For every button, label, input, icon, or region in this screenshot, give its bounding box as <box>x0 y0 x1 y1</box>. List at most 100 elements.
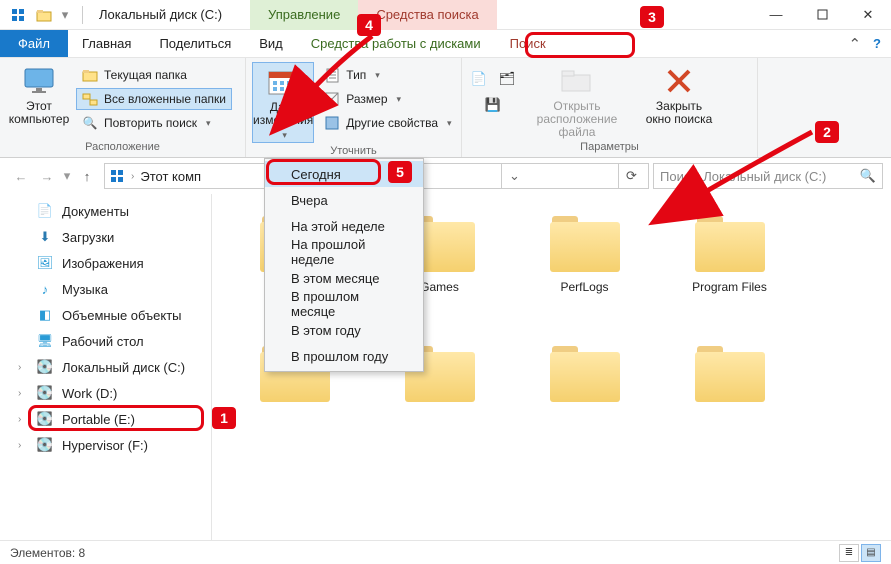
tab-home[interactable]: Главная <box>68 30 145 57</box>
expand-icon[interactable]: › <box>18 388 21 399</box>
calendar-icon <box>266 65 300 99</box>
close-search-label: Закрыть окно поиска <box>646 100 713 126</box>
tab-file[interactable]: Файл <box>0 30 68 57</box>
dd-item-today[interactable]: Сегодня <box>265 161 423 187</box>
drive-icon: 💽 <box>36 358 54 376</box>
size-icon <box>324 91 340 107</box>
open-file-location-button: Открыть расположение файла <box>522 62 632 139</box>
downloads-icon: ⬇ <box>36 228 54 246</box>
folder-small-icon <box>82 67 98 83</box>
content-area: 📄Документы ⬇Загрузки 🖼Изображения ♪Музык… <box>0 194 891 540</box>
folder-item[interactable]: Program Files <box>657 204 802 334</box>
sidebar-item-downloads[interactable]: ⬇Загрузки <box>0 224 211 250</box>
dd-item-yesterday[interactable]: Вчера <box>265 187 423 213</box>
dd-item-last-week[interactable]: На прошлой неделе <box>265 239 423 265</box>
dd-item-this-year[interactable]: В этом году <box>265 317 423 343</box>
options-group-label: Параметры <box>468 139 751 153</box>
minimize-button[interactable]: ― <box>753 0 799 30</box>
dd-item-this-week[interactable]: На этой неделе <box>265 213 423 239</box>
context-tab-manage[interactable]: Управление <box>250 0 358 30</box>
chevron-down-icon: ▾ <box>397 94 402 105</box>
system-menu-icon[interactable] <box>6 4 30 26</box>
search-icon[interactable]: 🔍 <box>860 168 876 184</box>
folder-item[interactable] <box>512 334 657 464</box>
drive-icon: 💽 <box>36 410 54 428</box>
size-label: Размер <box>346 92 387 106</box>
doc-icon <box>324 67 340 83</box>
context-tab-search-tools[interactable]: Средства поиска <box>358 0 496 30</box>
sidebar-item-3d[interactable]: ◧Объемные объекты <box>0 302 211 328</box>
close-search-button[interactable]: Закрыть окно поиска <box>636 62 722 139</box>
date-modified-label: Дата изменения <box>253 101 313 127</box>
up-button[interactable]: ↑ <box>74 163 100 189</box>
all-subfolders-button[interactable]: Все вложенные папки <box>76 88 232 110</box>
maximize-button[interactable] <box>799 0 845 30</box>
advanced-options-icon[interactable]: 🗂 <box>496 68 518 90</box>
cube-icon: ◧ <box>36 306 54 324</box>
tab-drive-tools[interactable]: Средства работы с дисками <box>297 30 495 57</box>
expand-icon[interactable]: › <box>18 440 21 451</box>
sidebar-item-drive-e[interactable]: ›💽Portable (E:) <box>0 406 211 432</box>
type-button[interactable]: Тип ▾ <box>318 64 457 86</box>
sidebar-item-pictures[interactable]: 🖼Изображения <box>0 250 211 276</box>
search-input[interactable]: Поиск: Локальный диск (C:) 🔍 <box>653 163 883 189</box>
ribbon-group-location: Этот компьютер Текущая папка Все вложенн… <box>0 58 246 157</box>
title-bar: ▾ Локальный диск (C:) Управление Средств… <box>0 0 891 30</box>
dd-item-last-year[interactable]: В прошлом году <box>265 343 423 369</box>
back-button[interactable]: ← <box>8 163 34 189</box>
other-props-button[interactable]: Другие свойства ▾ <box>318 112 457 134</box>
drive-icon: 💽 <box>36 436 54 454</box>
window-controls: ― ✕ <box>753 0 891 30</box>
details-view-button[interactable]: ≣ <box>839 544 859 562</box>
date-modified-button[interactable]: Дата изменения ▾ <box>252 62 314 143</box>
desktop-icon: 🖥 <box>36 332 54 350</box>
expand-icon[interactable]: › <box>18 362 21 373</box>
help-icon[interactable]: ? <box>873 36 881 51</box>
dd-item-this-month[interactable]: В этом месяце <box>265 265 423 291</box>
sidebar-item-drive-d[interactable]: ›💽Work (D:) <box>0 380 211 406</box>
tab-view[interactable]: Вид <box>245 30 297 57</box>
date-modified-dropdown: Сегодня Вчера На этой неделе На прошлой … <box>264 158 424 372</box>
folder-open-icon <box>560 64 594 98</box>
location-group-label: Расположение <box>6 139 239 153</box>
ribbon-collapse-icon[interactable]: ⌃ <box>848 35 861 53</box>
recent-searches-icon[interactable]: 📄 <box>468 68 490 90</box>
sidebar-item-desktop[interactable]: 🖥Рабочий стол <box>0 328 211 354</box>
dd-item-last-month[interactable]: В прошлом месяце <box>265 291 423 317</box>
crumb-this-pc[interactable]: Этот комп <box>140 169 201 184</box>
refresh-icon[interactable]: ⟳ <box>626 168 637 184</box>
sidebar-item-drive-c[interactable]: ›💽Локальный диск (C:) <box>0 354 211 380</box>
sidebar-item-drive-f[interactable]: ›💽Hypervisor (F:) <box>0 432 211 458</box>
current-folder-button[interactable]: Текущая папка <box>76 64 232 86</box>
folder-item[interactable]: PerfLogs <box>512 204 657 334</box>
sidebar-item-documents[interactable]: 📄Документы <box>0 198 211 224</box>
this-pc-button[interactable]: Этот компьютер <box>6 62 72 139</box>
chevron-down-icon: ▾ <box>375 70 380 81</box>
history-dropdown[interactable]: ▾ <box>60 163 74 189</box>
address-dropdown-icon[interactable]: ⌄ <box>509 168 520 184</box>
quick-access-toolbar: ▾ <box>0 4 91 26</box>
repeat-search-button[interactable]: 🔍 Повторить поиск ▾ <box>76 112 232 134</box>
status-bar: Элементов: 8 ≣ ▤ <box>0 540 891 564</box>
pictures-icon: 🖼 <box>36 254 54 272</box>
tab-share[interactable]: Поделиться <box>145 30 245 57</box>
folder-icon <box>546 342 624 404</box>
chevron-down-icon: ▾ <box>447 118 452 129</box>
close-button[interactable]: ✕ <box>845 0 891 30</box>
expand-icon[interactable]: › <box>18 414 21 425</box>
chevron-down-icon: ▾ <box>282 129 287 142</box>
tab-search[interactable]: Поиск <box>495 30 561 57</box>
folder-icon <box>691 212 769 274</box>
folder-label: PerfLogs <box>520 280 650 294</box>
this-pc-label: Этот компьютер <box>9 100 70 126</box>
qat-dropdown-icon[interactable]: ▾ <box>58 4 72 26</box>
folder-item[interactable] <box>657 334 802 464</box>
sidebar-item-music[interactable]: ♪Музыка <box>0 276 211 302</box>
folder-icon[interactable] <box>32 4 56 26</box>
save-search-icon[interactable]: 💾 <box>482 94 504 116</box>
icons-view-button[interactable]: ▤ <box>861 544 881 562</box>
crumb-chevron-icon[interactable]: › <box>131 171 134 182</box>
size-button[interactable]: Размер ▾ <box>318 88 457 110</box>
ribbon-group-options: 📄 🗂 💾 Открыть расположение файла Закрыть… <box>462 58 758 157</box>
close-x-icon <box>662 64 696 98</box>
